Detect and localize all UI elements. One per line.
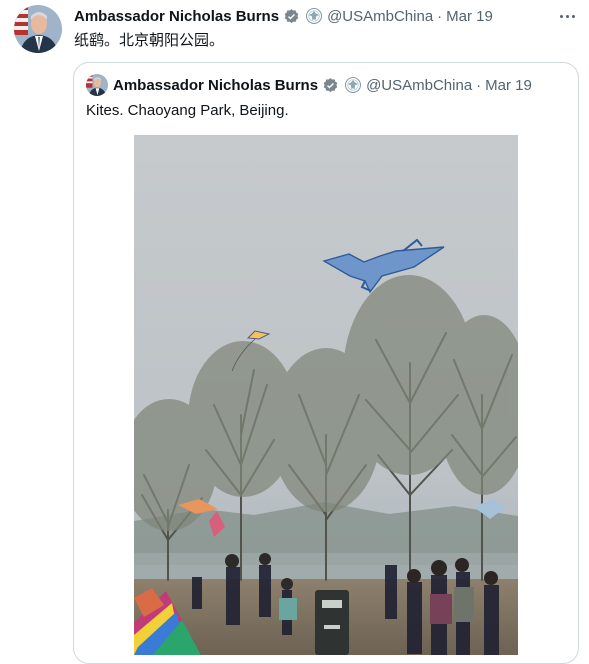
us-embassy-seal-icon[interactable] xyxy=(305,7,323,25)
kites-park-photo xyxy=(134,135,518,655)
quoted-tweet-header: Ambassador Nicholas Burns @USAmbChina · … xyxy=(113,74,532,96)
meta-separator: · xyxy=(437,7,443,25)
verified-badge-icon[interactable] xyxy=(283,8,300,25)
tweet-header: Ambassador Nicholas Burns @USAmbChina · … xyxy=(74,5,493,27)
more-options-button[interactable] xyxy=(557,8,577,24)
more-horizontal-icon-dot-2 xyxy=(565,14,569,18)
quoted-tweet-text: Kites. Chaoyang Park, Beijing. xyxy=(86,102,289,119)
more-horizontal-icon-dot-3 xyxy=(571,14,575,18)
quoted-meta-separator: · xyxy=(476,76,482,94)
quoted-tweet-photo[interactable] xyxy=(134,135,518,655)
author-name[interactable]: Ambassador Nicholas Burns xyxy=(74,8,279,25)
quoted-author-avatar-image xyxy=(86,74,108,96)
quoted-tweet-card[interactable]: Ambassador Nicholas Burns @USAmbChina · … xyxy=(73,62,579,664)
author-avatar-image xyxy=(14,5,62,53)
author-avatar[interactable] xyxy=(14,5,62,53)
quoted-author-avatar[interactable] xyxy=(86,74,108,96)
author-handle[interactable]: @USAmbChina xyxy=(327,8,433,25)
more-horizontal-icon-dot-1 xyxy=(559,14,563,18)
verified-badge-icon[interactable] xyxy=(322,77,339,94)
quoted-author-handle[interactable]: @USAmbChina xyxy=(366,77,472,94)
tweet-text: 纸鹞。北京朝阳公园。 xyxy=(74,32,225,49)
tweet[interactable]: Ambassador Nicholas Burns @USAmbChina · … xyxy=(0,0,589,664)
tweet-date[interactable]: Mar 19 xyxy=(446,8,493,25)
quoted-tweet-date[interactable]: Mar 19 xyxy=(485,77,532,94)
us-embassy-seal-icon[interactable] xyxy=(344,76,362,94)
quoted-author-name[interactable]: Ambassador Nicholas Burns xyxy=(113,77,318,94)
